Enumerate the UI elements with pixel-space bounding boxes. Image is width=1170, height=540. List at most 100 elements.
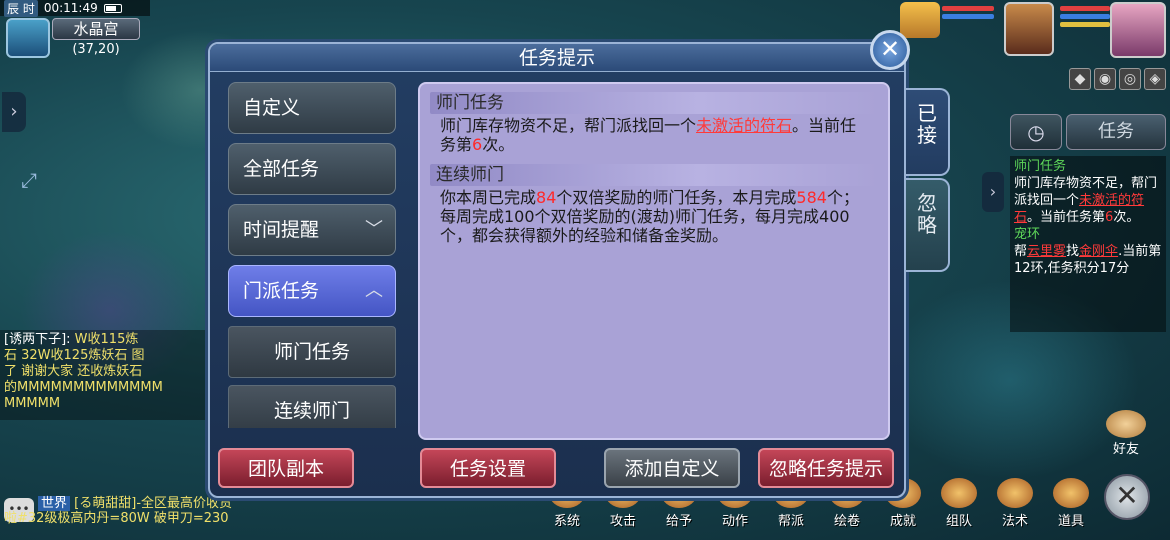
item-link[interactable]: 未激活的符石 <box>696 116 792 135</box>
section-text: 你本周已完成 <box>440 188 537 207</box>
tracker-task-text: 师门库存物资不足，帮门派找回一个未激活的符石。当前任务第6次。 <box>1014 175 1162 226</box>
team-dungeon-button[interactable]: 团队副本 <box>218 448 354 488</box>
friends-label: 好友 <box>1112 442 1139 457</box>
partner-avatar[interactable] <box>1004 2 1054 56</box>
chat-line: 了 谢谢大家 还收炼妖石 <box>4 364 143 379</box>
bottom-label: 攻击 <box>609 514 636 529</box>
location-hud: 辰 时 00:11:49 水晶宫 (37,20) <box>0 0 150 62</box>
section-text: 次。 <box>482 135 515 154</box>
world-message-line: 啦#32级极高内丹=80W 破甲刀=230 <box>4 511 229 526</box>
buff-icon[interactable]: ◎ <box>1119 68 1141 90</box>
map-name[interactable]: 水晶宫 <box>52 18 140 40</box>
pet-mp-bar <box>942 14 994 19</box>
hero-avatar[interactable] <box>1110 2 1166 58</box>
menu-item-label: 门派任务 <box>243 280 320 302</box>
close-menu-icon[interactable]: ✕ <box>1104 474 1150 520</box>
bottom-item-button[interactable]: 道具 <box>1044 478 1098 540</box>
time-bar: 辰 时 00:11:49 <box>0 0 150 17</box>
tracker-task-title[interactable]: 宠环 <box>1014 226 1162 243</box>
ignore-task-tip-button[interactable]: 忽略任务提示 <box>758 448 894 488</box>
menu-item-label: 时间提醒 <box>243 219 320 241</box>
task-prompt-dialog: 任务提示 自定义 全部任务 时间提醒 ﹀ 门派任务 ︿ 师门任务 连续师门 师门任务… <box>208 42 950 498</box>
task-category-menu: 自定义 全部任务 时间提醒 ﹀ 门派任务 ︿ 师门任务 连续师门 <box>228 82 396 428</box>
tab-label: 忽略 <box>917 191 937 237</box>
bottom-team-button[interactable]: 组队 <box>932 478 986 540</box>
submenu-item-master-task[interactable]: 师门任务 <box>228 326 396 378</box>
tracker-collapse-arrow-icon[interactable]: › <box>982 172 1004 212</box>
weekly-count: 84 <box>536 188 557 207</box>
tracker-item-link[interactable]: 金刚伞 <box>1079 244 1118 259</box>
chat-box[interactable]: [诱两下子]: W收115炼 石 32W收125炼妖石 图 了 谢谢大家 还收炼… <box>0 330 215 420</box>
menu-item-label: 全部任务 <box>243 158 320 180</box>
task-settings-button[interactable]: 任务设置 <box>420 448 556 488</box>
expand-left-arrow-icon[interactable]: › <box>2 92 26 132</box>
menu-item-label: 自定义 <box>243 97 301 119</box>
tracker-body[interactable]: 师门任务 师门库存物资不足，帮门派找回一个未激活的符石。当前任务第6次。 宠环 … <box>1010 156 1166 332</box>
tab-ignored[interactable]: 忽略 <box>906 178 950 272</box>
section-heading: 连续师门 <box>430 164 878 186</box>
world-speaker[interactable]: [る萌甜甜] <box>74 496 136 511</box>
map-coords: (37,20) <box>72 42 120 57</box>
hero-hp-bar <box>1060 6 1110 11</box>
task-tracker: › ◷ 任务 师门任务 师门库存物资不足，帮门派找回一个未激活的符石。当前任务第… <box>982 112 1170 332</box>
chevron-up-icon: ︿ <box>365 280 383 301</box>
team-icon <box>941 478 977 508</box>
pet-avatar[interactable] <box>900 2 940 38</box>
tab-accepted[interactable]: 已接 <box>906 88 950 176</box>
tracker-text-part: 次。 <box>1113 210 1140 225</box>
chat-speaker[interactable]: [诱两下子]: <box>4 332 71 347</box>
tracker-task-title[interactable]: 师门任务 <box>1014 158 1162 175</box>
add-custom-button[interactable]: 添加自定义 <box>604 448 740 488</box>
world-chat[interactable]: 世界 [る萌甜甜]-全区最高价收货 啦#32级极高内丹=80W 破甲刀=230 <box>0 496 300 540</box>
bottom-spell-button[interactable]: 法术 <box>988 478 1042 540</box>
buff-row: ◆ ◉ ◎ ◈ <box>1069 68 1166 90</box>
battery-icon <box>103 3 122 13</box>
buff-icon[interactable]: ◆ <box>1069 68 1091 90</box>
section-text: 个双倍奖励的师门任务，本月完成 <box>556 188 797 207</box>
hero-mp-bar <box>1060 14 1110 19</box>
menu-item-custom[interactable]: 自定义 <box>228 82 396 134</box>
tracker-text-part: 帮 <box>1014 244 1028 259</box>
chat-line: MMMMM <box>4 396 61 411</box>
fullscreen-icon[interactable]: ⤢ <box>12 168 46 196</box>
menu-item-sect-tasks[interactable]: 门派任务 ︿ <box>228 265 396 317</box>
party-hud: ◆ ◉ ◎ ◈ <box>900 0 1170 95</box>
tracker-npc-link[interactable]: 云里雾 <box>1027 244 1066 259</box>
tracker-task-text: 帮云里雾找金刚伞.当前第12环,任务积分17分 <box>1014 243 1162 277</box>
task-section: 连续师门 你本周已完成84个双倍奖励的师门任务，本月完成584个；每周完成100… <box>430 164 878 245</box>
tab-label: 已接 <box>917 101 937 147</box>
close-x-icon[interactable]: ✕ <box>870 30 910 70</box>
bottom-label: 帮派 <box>777 514 804 529</box>
bottom-label: 组队 <box>945 514 972 529</box>
clock: 00:11:49 <box>43 1 98 15</box>
menu-item-all-tasks[interactable]: 全部任务 <box>228 143 396 195</box>
hero-sp-bar <box>1060 22 1110 27</box>
spell-icon <box>997 478 1033 508</box>
tracker-tab-task[interactable]: 任务 <box>1066 114 1166 150</box>
bottom-label: 系统 <box>553 514 580 529</box>
buff-icon[interactable]: ◉ <box>1094 68 1116 90</box>
bottom-label: 给予 <box>665 514 692 529</box>
chat-line: W收115炼 <box>74 332 139 347</box>
shichen-label: 辰 时 <box>4 0 38 17</box>
friends-button[interactable]: 好友 <box>1100 410 1152 460</box>
bottom-label: 成就 <box>889 514 916 529</box>
world-channel-tag: 世界 <box>38 496 71 511</box>
section-text: 师门库存物资不足，帮门派找回一个 <box>440 116 697 135</box>
pet-hp-bar <box>942 6 994 11</box>
chevron-down-icon: ﹀ <box>365 219 383 240</box>
dialog-title: 任务提示 <box>518 47 595 69</box>
section-body: 师门库存物资不足，帮门派找回一个未激活的符石。当前任务第6次。 <box>430 114 878 154</box>
timer-icon[interactable]: ◷ <box>1010 114 1062 150</box>
minimap-icon[interactable] <box>6 18 50 58</box>
buff-icon[interactable]: ◈ <box>1144 68 1166 90</box>
handshake-icon <box>1106 410 1146 438</box>
tracker-text-part: 找 <box>1066 244 1080 259</box>
submenu-item-continuous-master[interactable]: 连续师门 <box>228 385 396 428</box>
menu-item-time-reminder[interactable]: 时间提醒 ﹀ <box>228 204 396 256</box>
bottom-label: 绘卷 <box>833 514 860 529</box>
task-section: 师门任务 师门库存物资不足，帮门派找回一个未激活的符石。当前任务第6次。 <box>430 92 878 154</box>
section-body: 你本周已完成84个双倍奖励的师门任务，本月完成584个；每周完成100个双倍奖励… <box>430 186 878 245</box>
task-count: 6 <box>472 135 483 154</box>
chat-line: 石 32W收125炼妖石 图 <box>4 348 145 363</box>
